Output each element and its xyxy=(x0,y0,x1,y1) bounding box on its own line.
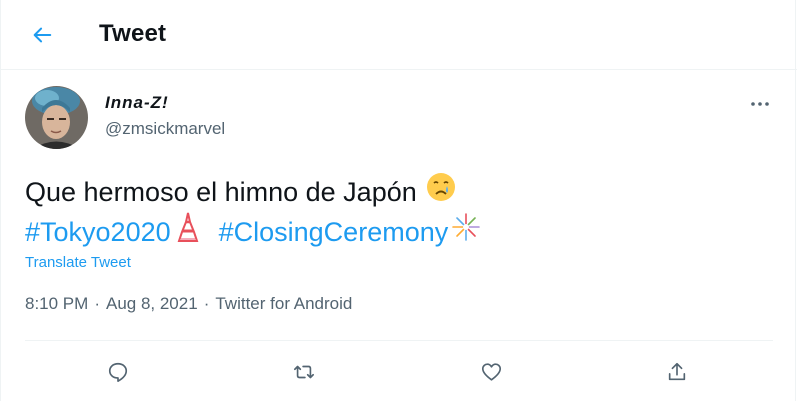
arrow-left-icon xyxy=(33,27,52,43)
tweet-metadata: 8:10 PM · Aug 8, 2021 · Twitter for Andr… xyxy=(25,294,352,314)
reply-button[interactable] xyxy=(100,354,136,390)
more-options-button[interactable] xyxy=(746,92,774,116)
fireworks-emoji-icon xyxy=(450,211,482,252)
reply-icon xyxy=(108,362,128,382)
tweet-detail-page: Tweet Inna-Z! @zmsickmarvel Que hermoso … xyxy=(0,0,797,401)
like-button[interactable] xyxy=(473,354,509,390)
translate-tweet-link[interactable]: Translate Tweet xyxy=(25,254,131,271)
page-title: Tweet xyxy=(99,20,167,47)
divider xyxy=(25,340,773,341)
tweet-text-body: Que hermoso el himno de Japón xyxy=(25,176,417,207)
more-horizontal-icon xyxy=(751,102,769,106)
hashtag-tokyo2020[interactable]: #Tokyo2020 xyxy=(25,214,171,250)
tweet-actions-bar xyxy=(1,352,797,392)
meta-separator: · xyxy=(94,294,100,313)
tweet-text: Que hermoso el himno de Japón #Tokyo2020 xyxy=(25,172,482,252)
user-avatar-icon xyxy=(25,86,88,149)
tokyo-tower-emoji-icon xyxy=(177,212,199,251)
back-button[interactable] xyxy=(25,18,59,52)
tweet-source[interactable]: Twitter for Android xyxy=(215,294,352,314)
tweet-text-line-2: #Tokyo2020 #ClosingCeremony xyxy=(25,211,482,252)
share-button[interactable] xyxy=(659,354,695,390)
crying-face-emoji-icon xyxy=(426,172,456,211)
meta-separator: · xyxy=(203,294,210,313)
tweet-text-line-1: Que hermoso el himno de Japón xyxy=(25,172,482,211)
avatar[interactable] xyxy=(25,86,88,149)
heart-icon xyxy=(481,363,501,381)
tweet-date[interactable]: Aug 8, 2021 xyxy=(106,294,198,314)
author-handle[interactable]: @zmsickmarvel xyxy=(105,119,225,139)
hashtag-closingceremony[interactable]: #ClosingCeremony xyxy=(219,214,449,250)
page-header: Tweet xyxy=(1,0,797,70)
author-display-name[interactable]: Inna-Z! xyxy=(105,93,169,113)
retweet-button[interactable] xyxy=(286,354,322,390)
tweet-time[interactable]: 8:10 PM xyxy=(25,294,88,314)
share-icon xyxy=(668,362,686,381)
retweet-icon xyxy=(294,365,314,379)
